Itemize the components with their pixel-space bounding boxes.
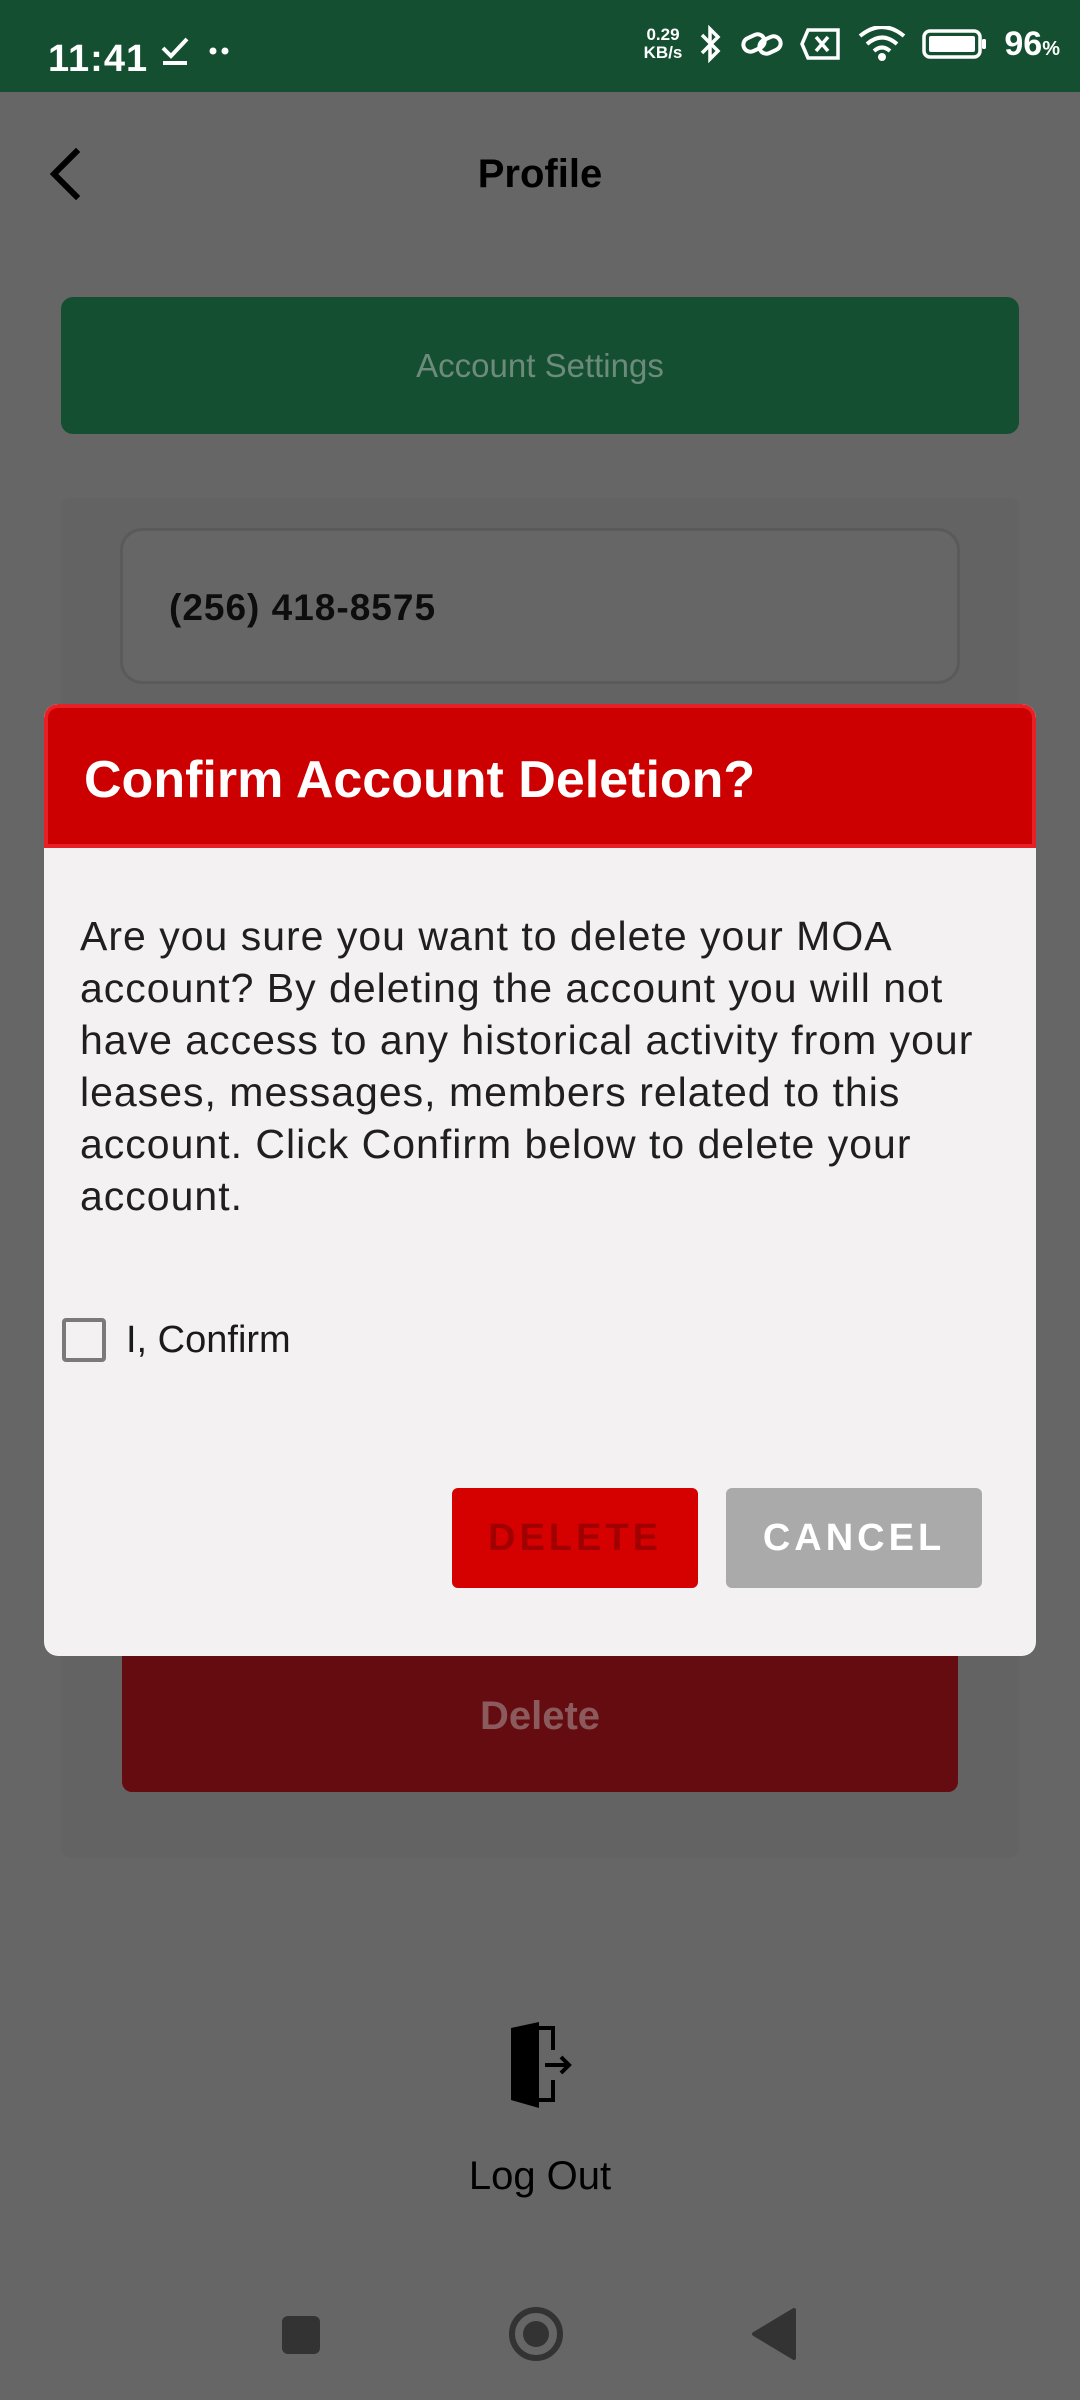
home-icon[interactable] bbox=[508, 2306, 564, 2362]
confirm-checkbox-label[interactable]: I, Confirm bbox=[126, 1319, 291, 1362]
dialog-title: Confirm Account Deletion? bbox=[84, 751, 756, 809]
confirm-checkbox[interactable] bbox=[62, 1318, 106, 1362]
delete-account-button[interactable]: Delete bbox=[122, 1640, 958, 1792]
recents-icon[interactable] bbox=[282, 2316, 320, 2354]
dialog-message: Are you sure you want to delete your MOA… bbox=[80, 913, 974, 1219]
dialog-delete-button[interactable]: DELETE bbox=[452, 1488, 698, 1588]
confirm-checkbox-row[interactable]: I, Confirm bbox=[62, 1318, 291, 1362]
status-time: 11:41 bbox=[48, 38, 149, 80]
link-icon bbox=[741, 32, 784, 56]
battery-percent: 96% bbox=[1004, 24, 1060, 63]
logout-door-icon[interactable] bbox=[505, 2020, 575, 2110]
dialog-header: Confirm Account Deletion? bbox=[44, 704, 1036, 848]
wifi-icon bbox=[859, 26, 906, 61]
confirm-deletion-dialog: Confirm Account Deletion? Are you sure y… bbox=[44, 704, 1036, 1656]
logout-label[interactable]: Log Out bbox=[0, 2154, 1080, 2199]
back-icon[interactable] bbox=[750, 2308, 796, 2360]
account-settings-button[interactable]: Account Settings bbox=[61, 297, 1019, 434]
bluetooth-icon bbox=[701, 24, 721, 64]
check-icon bbox=[161, 37, 189, 65]
phone-field[interactable]: (256) 418-8575 bbox=[120, 528, 960, 684]
phone-value: (256) 418-8575 bbox=[169, 587, 437, 628]
page-title: Profile bbox=[477, 152, 603, 196]
network-speed: 0.29 KB/s bbox=[643, 25, 683, 62]
status-right-icons: 0.29 KB/s 96% bbox=[644, 24, 1060, 64]
dots-icon bbox=[209, 47, 229, 55]
app-header: Profile bbox=[0, 92, 1080, 252]
battery-icon bbox=[922, 29, 987, 59]
dialog-cancel-button[interactable]: CANCEL bbox=[726, 1488, 982, 1588]
sim-off-icon bbox=[800, 28, 841, 60]
status-bar: 11:41 0.29 KB/s 96% bbox=[0, 0, 1080, 92]
status-left-icons bbox=[160, 36, 232, 66]
